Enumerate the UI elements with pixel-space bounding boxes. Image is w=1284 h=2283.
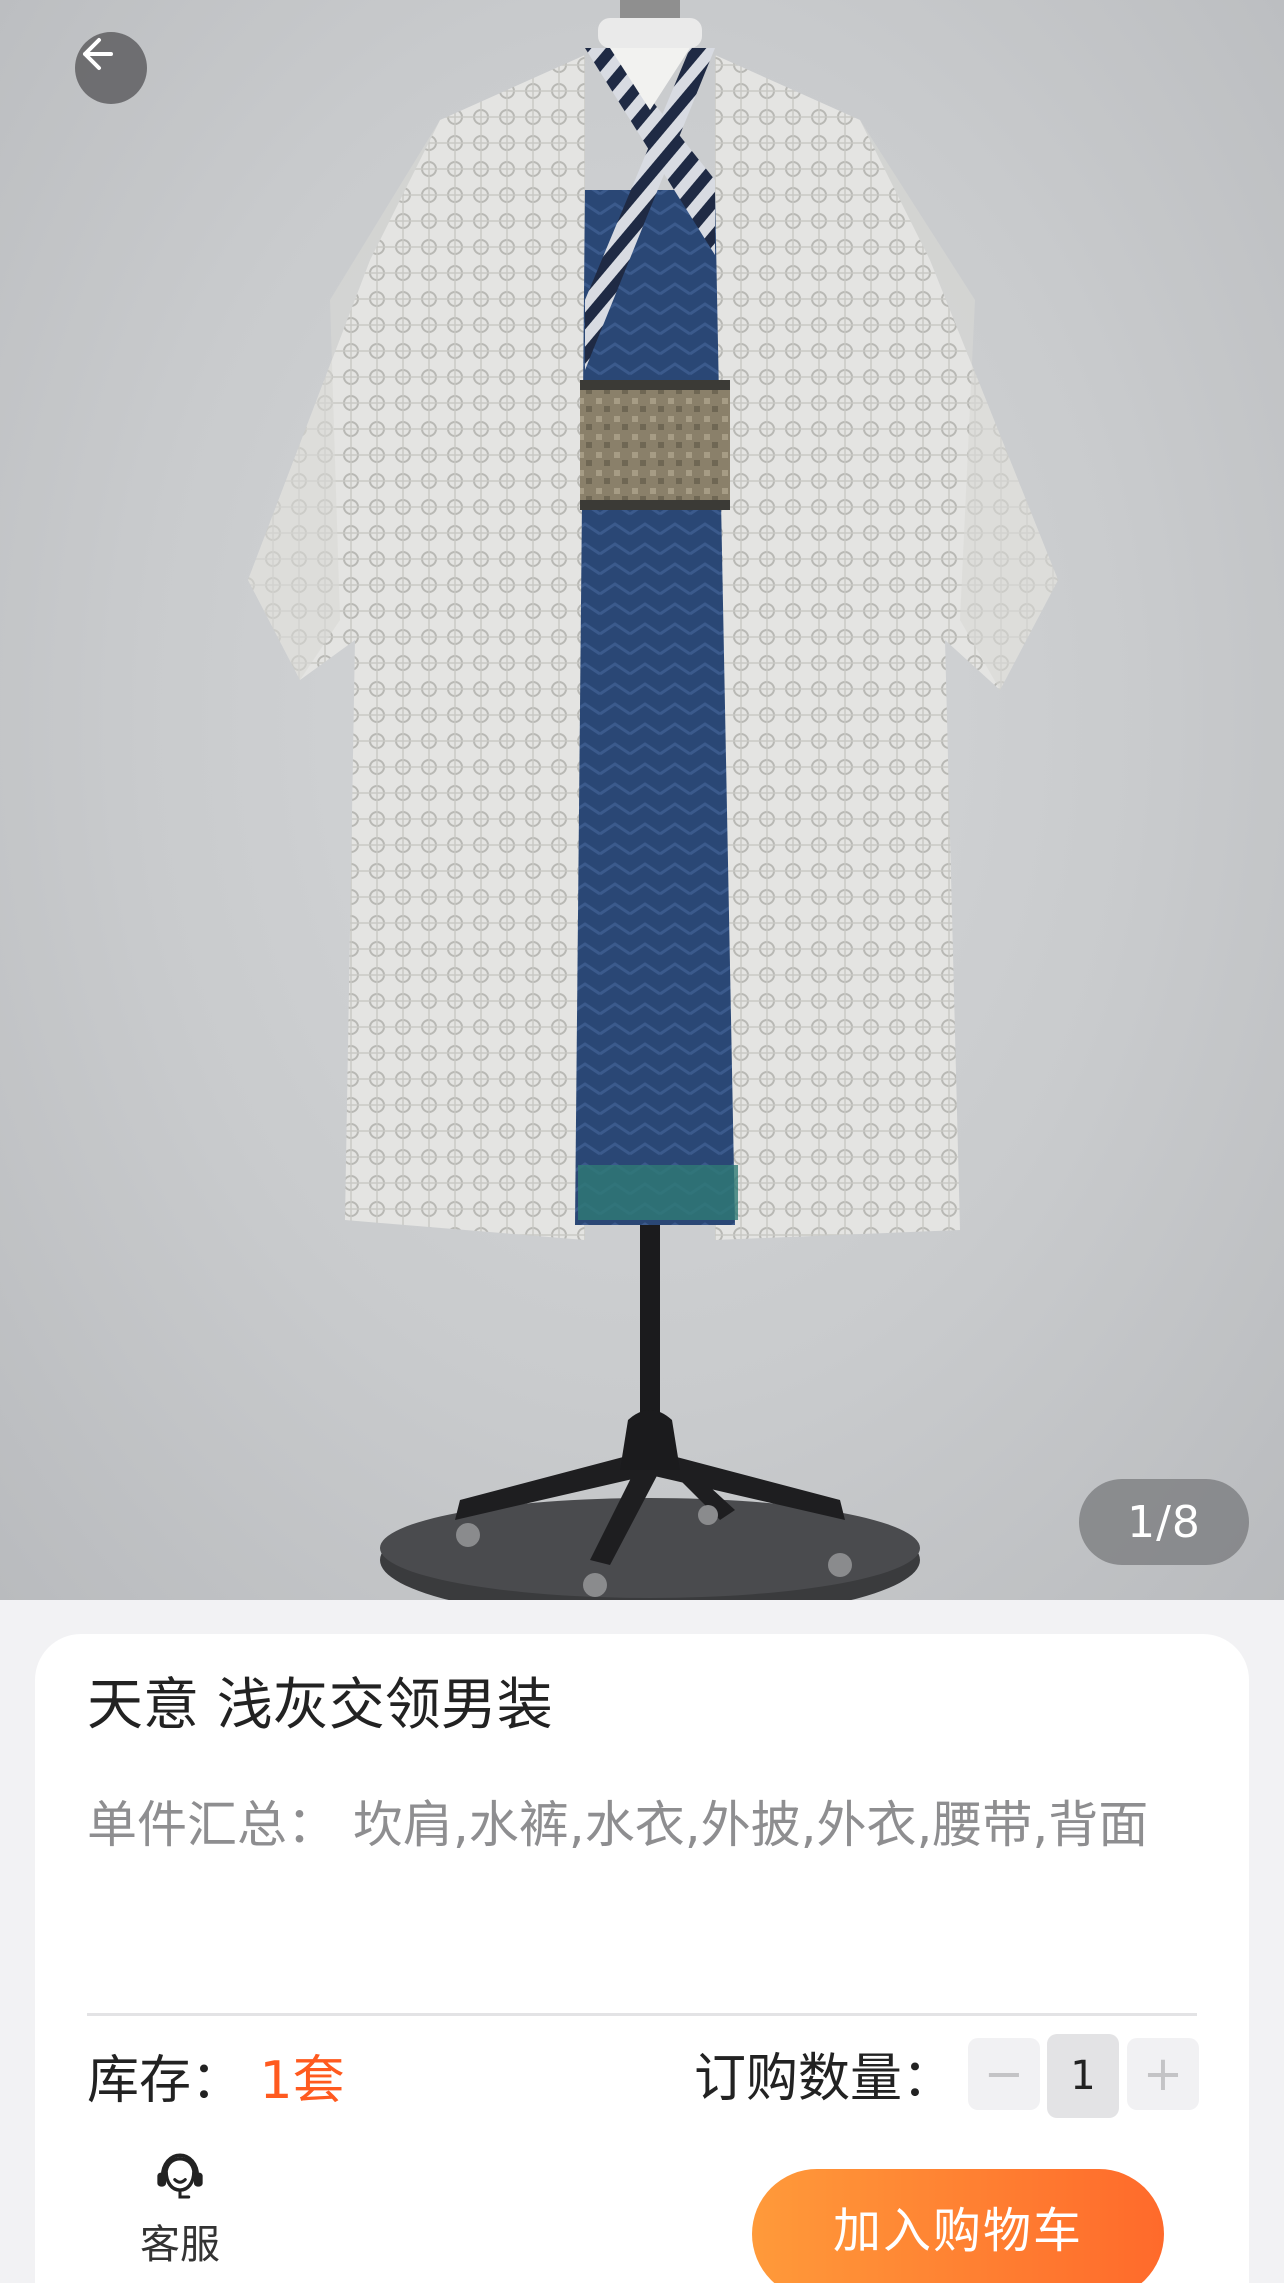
product-detail-page: 1/8 天意 浅灰交领男装 单件汇总： 坎肩,水裤,水衣,外披,外衣,腰带,背面… [0,0,1284,2283]
quantity-value[interactable]: 1 [1047,2034,1119,2118]
back-button[interactable] [75,32,147,104]
stock-info: 库存： 1套 [87,2038,345,2113]
quantity-increment-button[interactable]: + [1127,2038,1199,2110]
stock-value: 1套 [259,2051,345,2111]
quantity-decrement-button[interactable]: − [968,2038,1040,2110]
summary-label: 单件汇总： [87,1796,337,1854]
divider [87,2013,1197,2016]
summary-items: 坎肩,水裤,水衣,外披,外衣,腰带,背面 [352,1796,1149,1854]
product-summary: 单件汇总： 坎肩,水裤,水衣,外披,外衣,腰带,背面 [87,1786,1197,1864]
quantity-label: 订购数量： [694,2049,955,2109]
arrow-left-icon [83,38,113,70]
stock-label: 库存： [87,2051,244,2111]
customer-service-label: 客服 [140,2222,220,2268]
headset-icon [157,2153,203,2199]
product-image-gallery[interactable]: 1/8 [0,0,1284,1600]
image-page-indicator: 1/8 [1079,1479,1249,1565]
product-photo [248,0,1058,1600]
add-to-cart-button[interactable]: 加入购物车 [752,2169,1164,2283]
customer-service-button[interactable]: 客服 [100,2150,260,2270]
product-title: 天意 浅灰交领男装 [87,1673,553,1738]
